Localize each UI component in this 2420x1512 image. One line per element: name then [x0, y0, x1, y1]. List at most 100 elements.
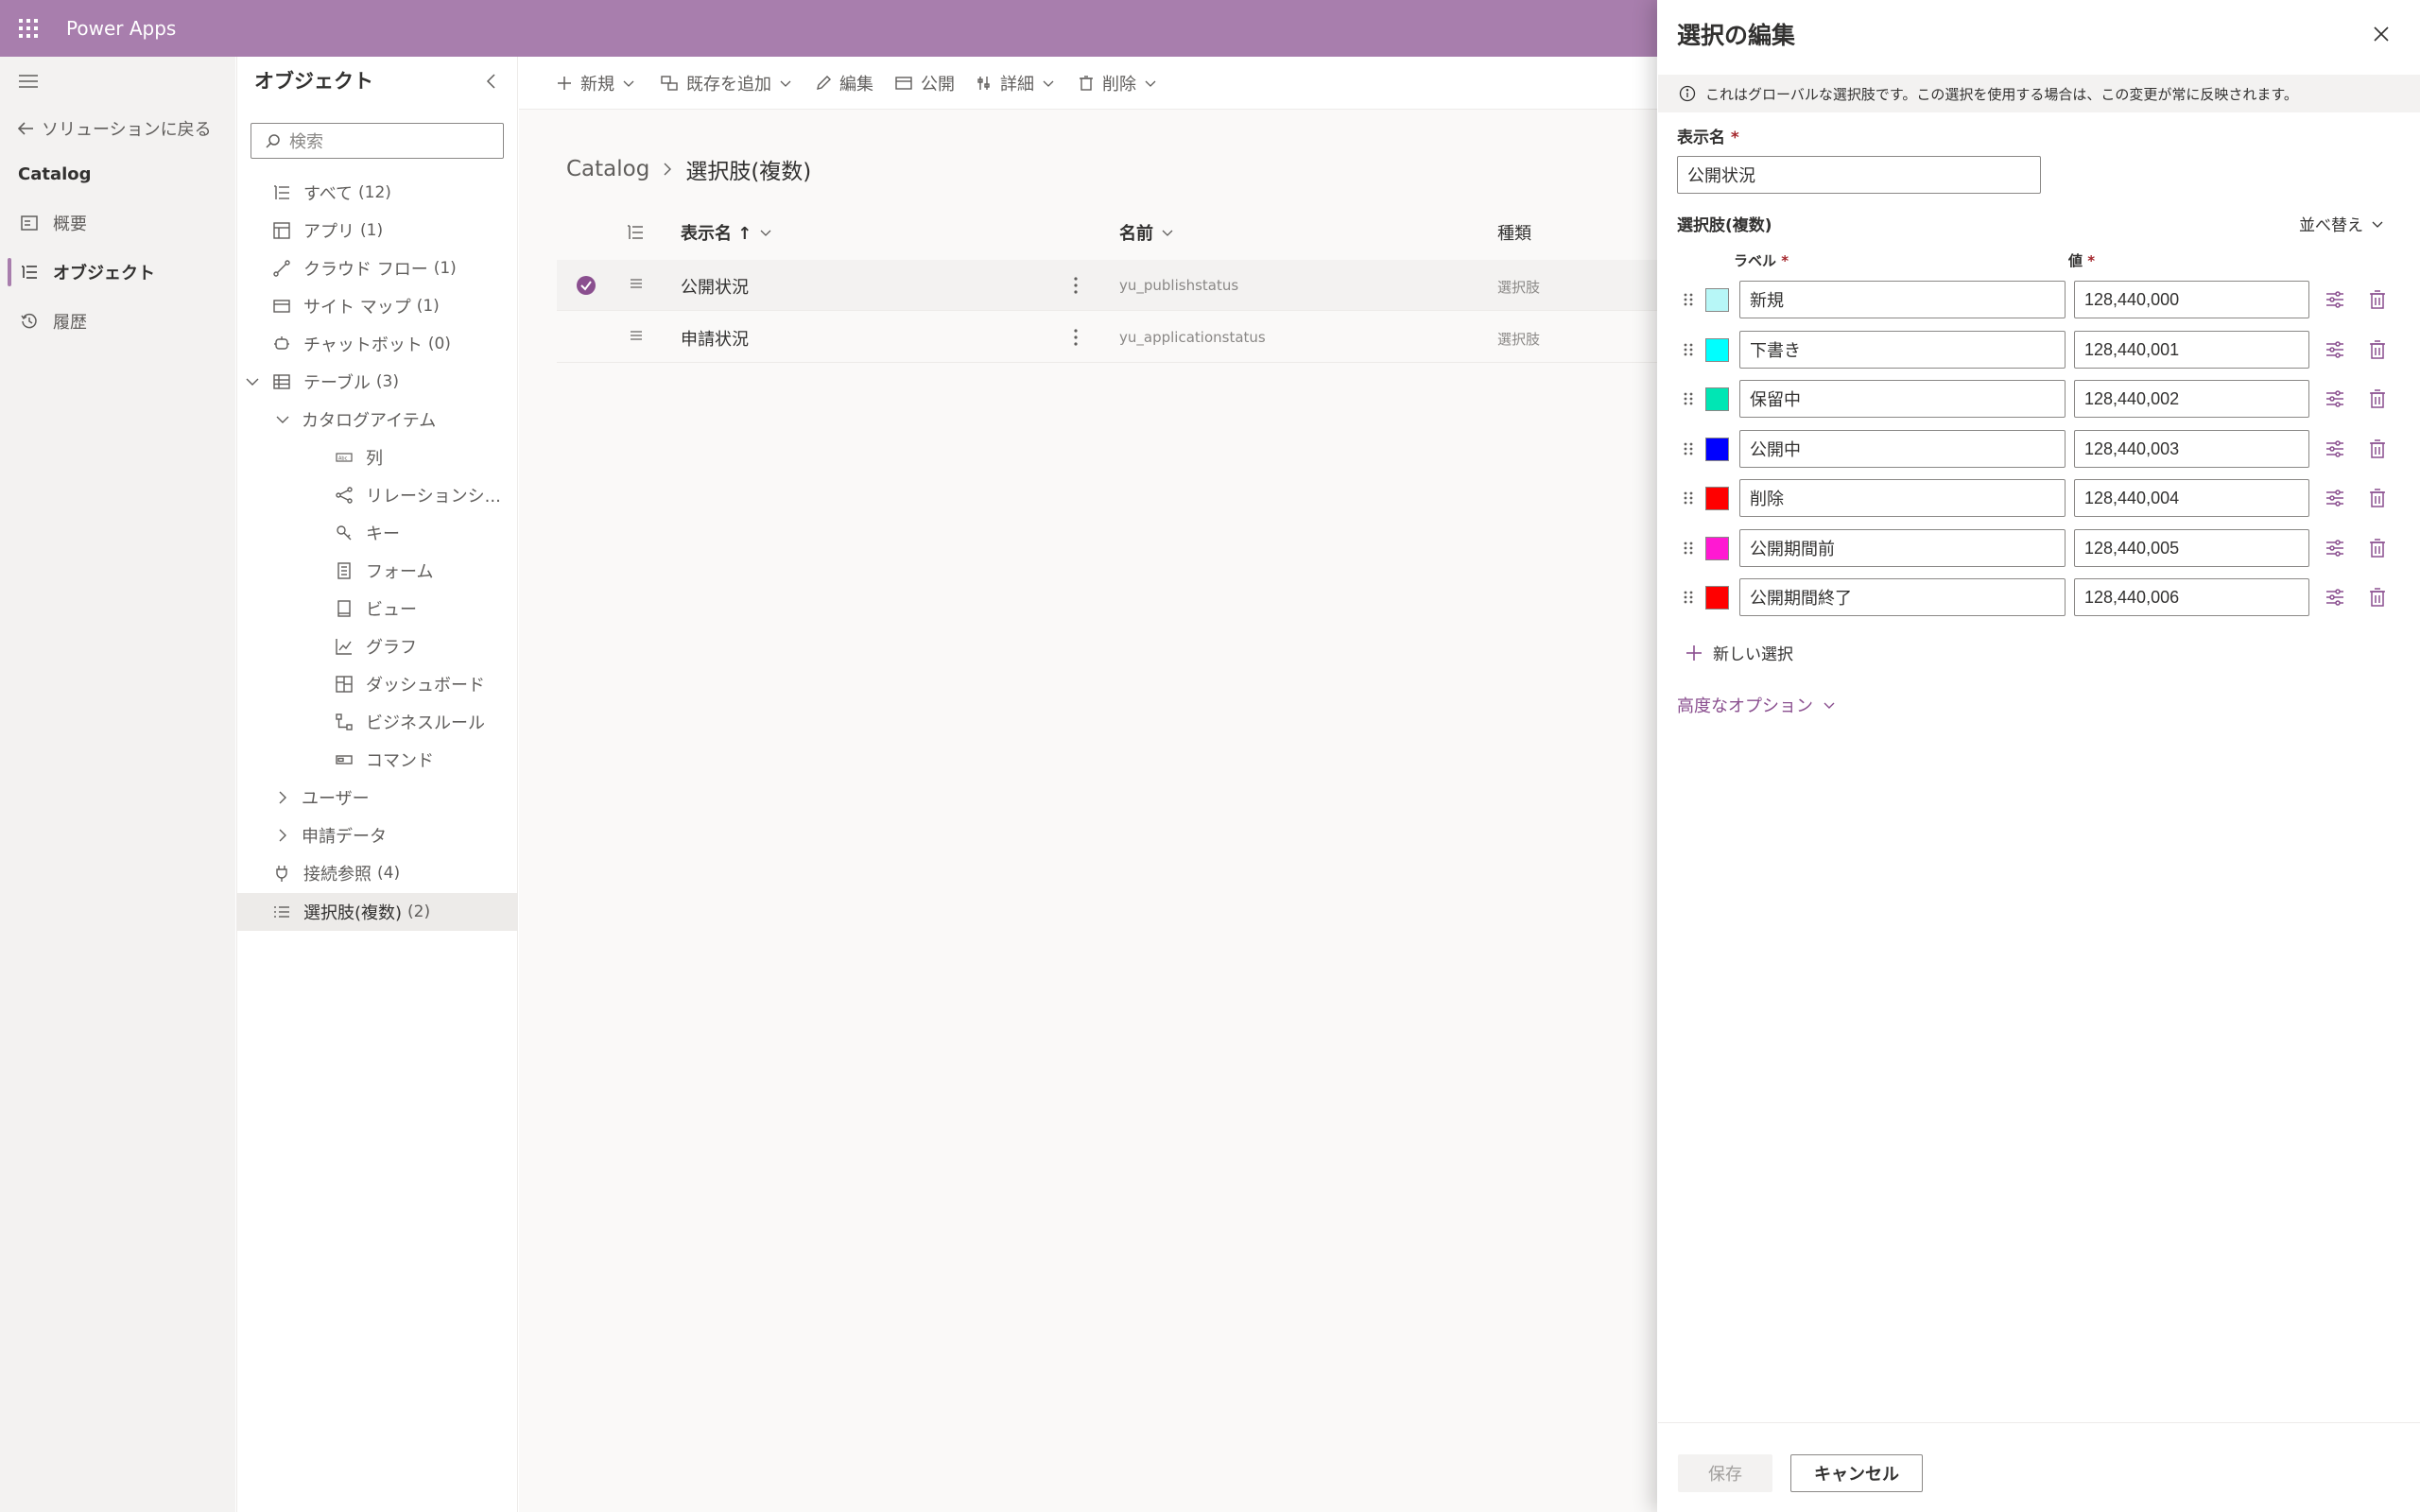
- choice-label-input[interactable]: 削除: [1739, 479, 2066, 517]
- drag-handle-icon[interactable]: [1677, 288, 1700, 311]
- choice-delete-icon[interactable]: [2365, 287, 2390, 312]
- drag-handle-icon[interactable]: [1677, 487, 1700, 509]
- table-row[interactable]: 公開状況 yu_publishstatus 選択肢: [557, 260, 1663, 311]
- tree-item-columns[interactable]: Abc 列: [334, 440, 383, 474]
- back-to-solutions-link[interactable]: ソリューションに戻る: [0, 110, 235, 147]
- drag-handle-icon[interactable]: [1677, 387, 1700, 410]
- tree-item-forms[interactable]: フォーム: [334, 554, 433, 588]
- choice-label-input[interactable]: 公開期間前: [1739, 529, 2066, 567]
- chevron-down-icon[interactable]: [275, 412, 290, 427]
- choice-value-input[interactable]: 128,440,005: [2074, 529, 2309, 567]
- sort-button[interactable]: 並べ替え: [2299, 212, 2384, 235]
- tree-item-keys[interactable]: キー: [334, 516, 400, 550]
- tree-item-apps[interactable]: アプリ (1): [271, 214, 383, 248]
- tree-item-connection-references[interactable]: 接続参照 (4): [271, 856, 400, 890]
- delete-button[interactable]: 削除: [1078, 66, 1165, 100]
- choice-value-input[interactable]: 128,440,003: [2074, 430, 2309, 468]
- tree-item-tables[interactable]: テーブル (3): [245, 365, 399, 399]
- choice-value-input[interactable]: 128,440,006: [2074, 578, 2309, 616]
- choice-delete-icon[interactable]: [2365, 337, 2390, 362]
- tree-item-application-data[interactable]: 申請データ: [275, 818, 387, 852]
- column-header-display-name[interactable]: 表示名 ↑: [681, 220, 772, 245]
- drag-handle-icon[interactable]: [1677, 438, 1700, 460]
- drag-handle-icon[interactable]: [1677, 586, 1700, 609]
- nav-item-objects[interactable]: オブジェクト: [0, 253, 235, 291]
- tree-item-cloud-flows[interactable]: クラウド フロー (1): [271, 251, 457, 285]
- choice-value-input[interactable]: 128,440,000: [2074, 281, 2309, 318]
- color-swatch[interactable]: [1705, 487, 1729, 510]
- chevron-down-icon[interactable]: [245, 374, 260, 389]
- choice-settings-icon[interactable]: [2323, 387, 2347, 411]
- drag-handle-icon[interactable]: [1677, 338, 1700, 361]
- tree-item-all[interactable]: すべて (12): [271, 176, 391, 210]
- tree-item-charts[interactable]: グラフ: [334, 629, 417, 663]
- tree-item-dashboards[interactable]: ダッシュボード: [334, 667, 485, 701]
- choice-delete-icon[interactable]: [2365, 536, 2390, 560]
- column-header-name[interactable]: 名前: [1119, 220, 1174, 245]
- tree-item-views[interactable]: ビュー: [334, 592, 417, 626]
- more-options-icon[interactable]: [1072, 327, 1080, 348]
- choice-value-input[interactable]: 128,440,002: [2074, 380, 2309, 418]
- nav-item-overview[interactable]: 概要: [0, 204, 235, 242]
- cell-display-name[interactable]: 公開状況: [681, 274, 749, 299]
- choice-value-input[interactable]: 128,440,004: [2074, 479, 2309, 517]
- cell-display-name[interactable]: 申請状況: [681, 326, 749, 351]
- choice-settings-icon[interactable]: [2323, 536, 2347, 560]
- column-header-type[interactable]: 種類: [1497, 220, 1531, 245]
- choice-delete-icon[interactable]: [2365, 387, 2390, 411]
- details-button[interactable]: 詳細: [976, 66, 1063, 100]
- color-swatch[interactable]: [1705, 387, 1729, 411]
- color-swatch[interactable]: [1705, 338, 1729, 362]
- tree-item-business-rules[interactable]: ビジネスルール: [334, 705, 485, 739]
- more-options-icon[interactable]: [1072, 275, 1080, 296]
- choice-label-input[interactable]: 保留中: [1739, 380, 2066, 418]
- choice-settings-icon[interactable]: [2323, 337, 2347, 362]
- color-swatch[interactable]: [1705, 537, 1729, 560]
- choice-label-input[interactable]: 公開中: [1739, 430, 2066, 468]
- advanced-options-toggle[interactable]: 高度なオプション: [1677, 693, 1836, 717]
- tree-item-choices[interactable]: 選択肢(複数) (2): [271, 895, 430, 929]
- chevron-right-icon[interactable]: [275, 828, 290, 843]
- new-button[interactable]: 新規: [556, 66, 643, 100]
- nav-item-history[interactable]: 履歴: [0, 302, 235, 340]
- choice-delete-icon[interactable]: [2365, 486, 2390, 510]
- choice-label-input[interactable]: 下書き: [1739, 331, 2066, 369]
- color-swatch[interactable]: [1705, 288, 1729, 312]
- display-name-input[interactable]: 公開状況: [1677, 156, 2041, 194]
- column-options-icon[interactable]: [626, 223, 645, 242]
- hamburger-icon[interactable]: [17, 72, 40, 91]
- app-launcher-icon[interactable]: [17, 17, 40, 40]
- choice-label-input[interactable]: 新規: [1739, 281, 2066, 318]
- tree-item-catalog-item[interactable]: カタログアイテム: [275, 403, 436, 437]
- breadcrumb-root[interactable]: Catalog: [566, 157, 649, 181]
- search-input[interactable]: 検索: [251, 123, 504, 159]
- edit-button[interactable]: 編集: [815, 66, 873, 100]
- tree-item-commands[interactable]: コマンド: [334, 743, 434, 777]
- drag-handle-icon[interactable]: [1677, 537, 1700, 559]
- tree-item-users[interactable]: ユーザー: [275, 781, 370, 815]
- choice-settings-icon[interactable]: [2323, 287, 2347, 312]
- add-existing-button[interactable]: 既存を追加: [660, 66, 800, 100]
- choice-value-input[interactable]: 128,440,001: [2074, 331, 2309, 369]
- choice-settings-icon[interactable]: [2323, 585, 2347, 610]
- choice-settings-icon[interactable]: [2323, 486, 2347, 510]
- tree-item-chatbots[interactable]: チャットボット (0): [271, 327, 451, 361]
- tree-item-relationships[interactable]: リレーションシ...: [334, 478, 501, 512]
- close-icon[interactable]: [2372, 25, 2391, 43]
- color-swatch[interactable]: [1705, 586, 1729, 610]
- choice-settings-icon[interactable]: [2323, 437, 2347, 461]
- tree-item-site-map[interactable]: サイト マップ (1): [271, 289, 440, 323]
- table-row[interactable]: 申請状況 yu_applicationstatus 選択肢: [557, 312, 1663, 363]
- app-title[interactable]: Power Apps: [66, 15, 176, 42]
- cancel-button[interactable]: キャンセル: [1790, 1454, 1923, 1492]
- row-selected-check-icon[interactable]: [576, 275, 596, 296]
- choice-label-input[interactable]: 公開期間終了: [1739, 578, 2066, 616]
- chevron-right-icon[interactable]: [275, 790, 290, 805]
- collapse-panel-icon[interactable]: [482, 72, 501, 91]
- color-swatch[interactable]: [1705, 438, 1729, 461]
- new-choice-button[interactable]: 新しい選択: [1685, 641, 1793, 664]
- choice-delete-icon[interactable]: [2365, 437, 2390, 461]
- choice-delete-icon[interactable]: [2365, 585, 2390, 610]
- save-button[interactable]: 保存: [1678, 1454, 1772, 1492]
- publish-button[interactable]: 公開: [894, 66, 955, 100]
